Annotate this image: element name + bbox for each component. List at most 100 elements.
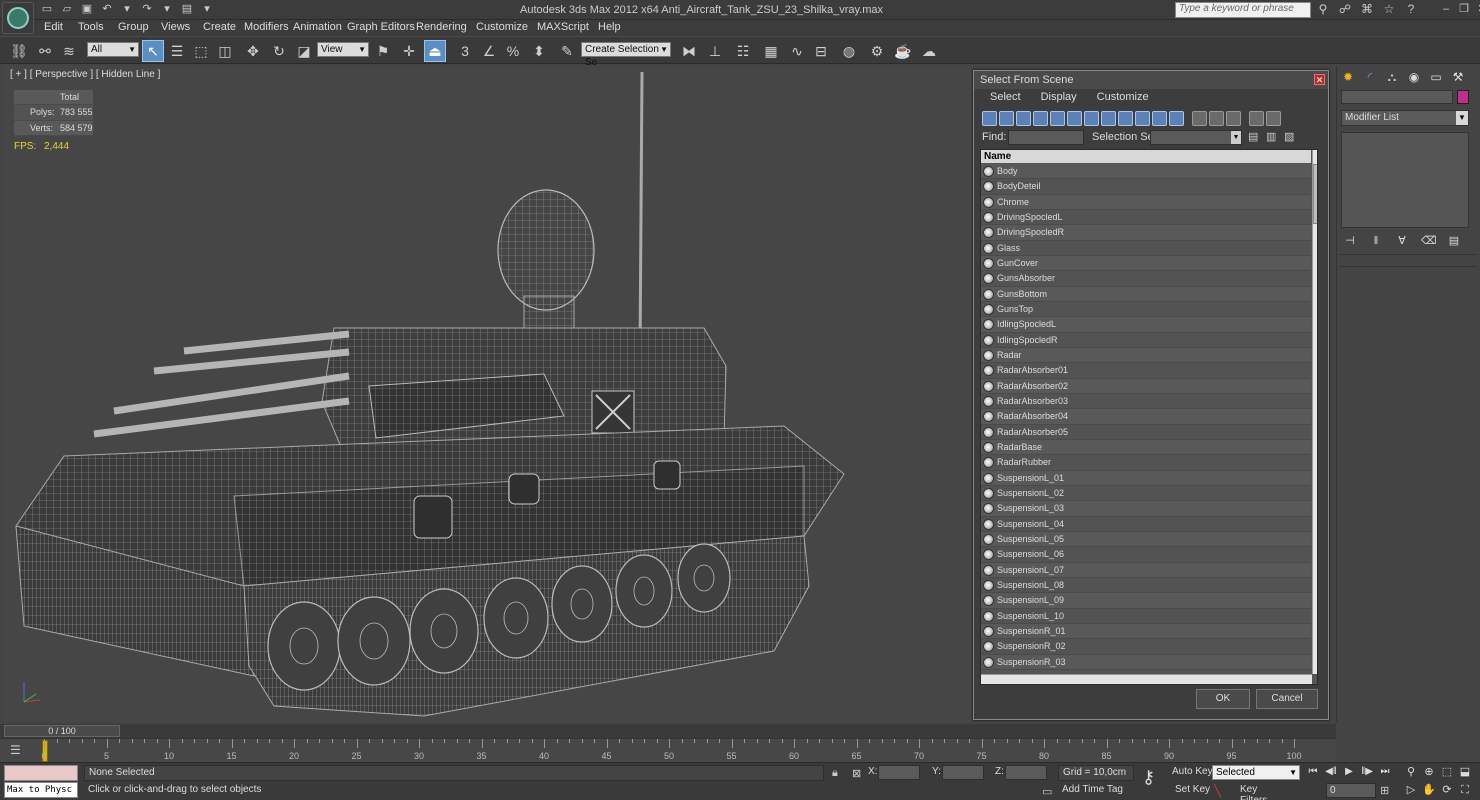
set-key-button[interactable]: Set Key [1175,784,1210,795]
previous-frame-icon[interactable]: ◀‖ [1324,765,1338,779]
dialog-menu-display[interactable]: Display [1031,91,1087,107]
pan-icon[interactable]: ✋ [1422,783,1436,797]
menu-edit[interactable]: Edit [44,21,63,33]
select-object-icon[interactable]: ↖ [142,40,164,62]
list-item[interactable]: SuspensionL_01 [981,470,1311,486]
modify-tab-icon[interactable]: ◜ [1361,68,1379,86]
select-invert-icon[interactable]: ▧ [1284,130,1294,143]
dialog-title[interactable]: Select From Scene [974,71,1328,89]
invert-display-icon[interactable] [1226,111,1241,126]
rendered-frame-window-icon[interactable]: ☕ [892,40,914,62]
render-production-icon[interactable]: ☁ [918,40,940,62]
list-item[interactable]: SuspensionL_03 [981,501,1311,517]
object-name-field[interactable] [1341,90,1453,104]
select-and-rotate-icon[interactable]: ↻ [268,40,290,62]
list-item[interactable]: RadarAbsorber03 [981,393,1311,410]
menu-views[interactable]: Views [161,21,190,33]
align-icon[interactable]: ⊥ [704,40,726,62]
hierarchy-tab-icon[interactable]: ⛬ [1383,68,1401,86]
pivot-center-icon[interactable]: ⚑ [372,40,394,62]
unlink-icon[interactable]: ⚯ [34,40,56,62]
edit-named-selection-icon[interactable]: ✎ [556,40,578,62]
dialog-close-icon[interactable]: ✕ [1314,74,1325,85]
list-item[interactable]: SuspensionL_08 [981,577,1311,594]
key-mode-toggle-icon[interactable]: ⊞ [1380,784,1389,797]
list-item[interactable]: DrivingSpocledL [981,209,1311,226]
list-item[interactable]: GunsBottom [981,286,1311,302]
display-tab-icon[interactable]: ▭ [1427,68,1445,86]
display-lights-icon[interactable] [1016,111,1031,126]
list-item[interactable]: GunsTop [981,301,1311,318]
scrollbar-thumb[interactable] [1313,164,1317,224]
minimize-icon[interactable]: – [1440,2,1452,16]
display-helpers-icon[interactable] [1050,111,1065,126]
menu-maxscript[interactable]: MAXScript [537,21,589,33]
filter-icon[interactable] [1249,111,1264,126]
go-to-end-icon[interactable]: ⏭ [1378,765,1392,779]
display-xrefs-icon[interactable] [1101,111,1116,126]
list-item[interactable]: GunCover [981,255,1311,272]
display-groups-icon[interactable] [1084,111,1099,126]
zoom-extents-icon[interactable]: ⬚ [1440,765,1454,779]
list-item[interactable]: IdlingSpocledR [981,332,1311,348]
go-to-start-icon[interactable]: ⏮ [1306,765,1320,779]
list-item[interactable]: Body [981,164,1311,180]
dialog-menu-select[interactable]: Select [980,91,1031,107]
window-crossing-icon[interactable]: ◫ [214,40,236,62]
menu-help[interactable]: Help [598,21,621,33]
percent-snap-icon[interactable]: % [502,40,524,62]
schematic-view-icon[interactable]: ⊟ [810,40,832,62]
list-item[interactable]: SuspensionL_09 [981,593,1311,609]
current-frame-field[interactable]: 0 [1326,783,1376,798]
list-item[interactable]: DrivingSpocledR [981,225,1311,241]
select-all-icon[interactable]: ▤ [1248,130,1258,143]
mini-curve-editor-icon[interactable]: ☰ [10,743,21,757]
graphite-modeling-icon[interactable]: ▦ [760,40,782,62]
list-item[interactable]: SuspensionL_05 [981,531,1311,548]
menu-rendering[interactable]: Rendering [416,21,467,33]
object-color-swatch[interactable] [1457,90,1469,104]
list-item[interactable]: IdlingSpocledL [981,317,1311,333]
open-file-icon[interactable]: ▱ [60,2,74,16]
list-item[interactable]: SuspensionR_02 [981,639,1311,655]
selection-set-dropdown[interactable]: ▼ [1150,130,1242,145]
list-item[interactable]: BodyDeteil [981,179,1311,195]
list-item[interactable]: RadarAbsorber02 [981,378,1311,394]
x-coordinate-field[interactable] [878,765,920,780]
undo-dropdown-icon[interactable]: ▾ [120,2,134,16]
app-logo-icon[interactable] [2,2,34,34]
zoom-all-icon[interactable]: ⊕ [1422,765,1436,779]
layer-manager-icon[interactable]: ☷ [732,40,754,62]
render-setup-icon[interactable]: ⚙ [866,40,888,62]
filter-options-icon[interactable] [1266,111,1281,126]
configure-sets-icon[interactable]: ▤ [1447,234,1461,248]
display-bones-icon[interactable] [1118,111,1133,126]
qa-customize-icon[interactable]: ▾ [200,2,214,16]
rectangular-selection-icon[interactable]: ⬚ [190,40,212,62]
display-hidden-icon[interactable] [1169,111,1184,126]
spinner-snap-icon[interactable]: ⬍ [528,40,550,62]
subscription-icon[interactable]: ☍ [1338,2,1352,16]
display-none-icon[interactable] [1209,111,1224,126]
menu-group[interactable]: Group [118,21,149,33]
select-and-scale-icon[interactable]: ◪ [293,40,315,62]
time-tag-icon[interactable]: ▭ [1042,785,1052,798]
select-none-icon[interactable]: ▥ [1266,130,1276,143]
track-bar[interactable]: ☰ 0 5 10 15 20 25 30 35 40 45 50 55 60 65 70 75 80 85 90 95… [0,738,1336,762]
list-item[interactable]: SuspensionL_06 [981,547,1311,563]
list-item[interactable]: SuspensionL_04 [981,516,1311,532]
list-item[interactable]: RadarAbsorber04 [981,409,1311,425]
pin-stack-icon[interactable]: ⊣ [1343,234,1357,248]
communication-icon[interactable]: ⌘ [1360,2,1374,16]
list-item[interactable]: SuspensionL_10 [981,608,1311,624]
menu-tools[interactable]: Tools [78,21,104,33]
utilities-tab-icon[interactable]: ⚒ [1449,68,1467,86]
make-unique-icon[interactable]: ∀ [1395,234,1409,248]
object-list[interactable]: Name Body BodyDeteil Chrome DrivingSpocledL… [980,149,1318,685]
help-icon[interactable]: ? [1404,2,1418,16]
list-item[interactable]: SuspensionR_03 [981,654,1311,670]
select-by-name-icon[interactable]: ☰ [166,40,188,62]
restore-icon[interactable]: ❐ [1458,2,1470,16]
binoculars-icon[interactable]: ⚲ [1316,2,1330,16]
redo-icon[interactable]: ↷ [140,2,154,16]
